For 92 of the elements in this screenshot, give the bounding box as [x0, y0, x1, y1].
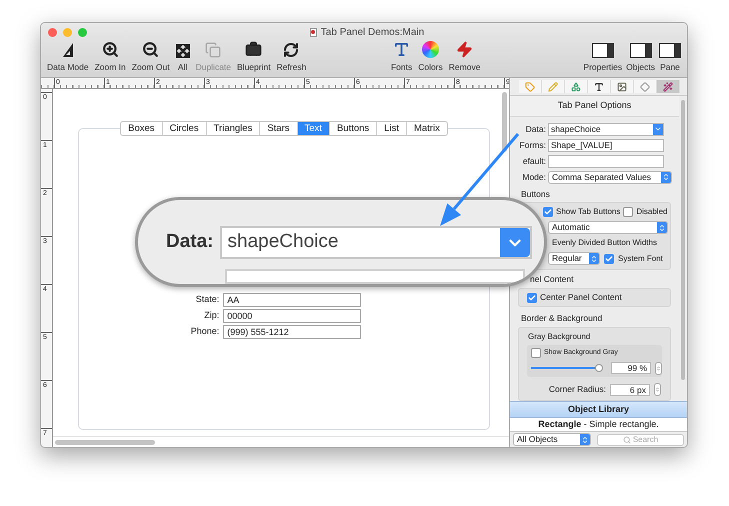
inspector-tab[interactable]	[588, 80, 611, 93]
wand-icon	[663, 82, 673, 92]
section-title: Gray Background	[527, 331, 592, 343]
checkbox-label: System Font	[618, 252, 663, 265]
up-down-chevron-icon	[590, 254, 598, 263]
up-down-chevron-icon	[662, 173, 670, 181]
checkbox[interactable]	[543, 207, 553, 218]
field-label: efault:	[522, 154, 546, 168]
toolbar-button[interactable]: Refresh	[274, 42, 310, 74]
zoom-in-icon	[102, 41, 119, 58]
checkbox-label: Center Panel Content	[540, 291, 622, 304]
color-wheel-icon	[422, 41, 439, 58]
field-label: Forms:	[518, 138, 546, 152]
close-button[interactable]	[48, 28, 57, 37]
tag-icon	[525, 82, 535, 92]
filter-select[interactable]: All Objects	[513, 433, 591, 446]
toolbar-button[interactable]: Objects	[624, 43, 657, 74]
field-label: Data:	[524, 122, 546, 136]
horizontal-scrollbar[interactable]	[55, 440, 155, 444]
field-label: Zip:	[203, 309, 220, 322]
magnified-label: Data:	[166, 230, 214, 254]
shapes-icon	[571, 82, 581, 92]
checkbox[interactable]	[527, 292, 537, 303]
stepper-icon[interactable]	[654, 383, 661, 396]
section-title: Border & Background	[520, 312, 604, 325]
briefcase-icon	[245, 41, 262, 58]
toolbar-button[interactable]: Fonts	[388, 41, 416, 74]
zoom-button[interactable]	[78, 28, 87, 37]
panel-tab[interactable]: List	[376, 122, 406, 135]
panel-tab[interactable]: Buttons	[328, 122, 376, 135]
toolbar-button[interactable]: Properties	[581, 43, 624, 74]
toolbar-button[interactable]: Zoom Out	[128, 41, 173, 74]
text-icon	[594, 82, 604, 92]
text-field[interactable]: Shape_[VALUE]	[548, 138, 664, 152]
up-down-chevron-icon	[658, 224, 666, 232]
inspector-title: Tab Panel Options	[510, 96, 679, 116]
checkbox[interactable]	[531, 348, 541, 358]
panel-icon	[630, 43, 652, 58]
font-icon	[393, 41, 410, 58]
number-field[interactable]: 99 %	[611, 362, 651, 374]
document-icon	[310, 28, 317, 37]
image-icon	[617, 82, 627, 92]
panel-icon	[659, 43, 681, 58]
library-header: Object Library	[510, 401, 687, 418]
data-dropdown[interactable]: shapeChoice	[548, 122, 664, 136]
checkbox[interactable]	[623, 207, 634, 218]
diamond-icon	[640, 82, 650, 92]
number-field[interactable]: 6 px	[610, 384, 650, 396]
field-label: Phone:	[190, 325, 220, 338]
text-field[interactable]: (999) 555-1212	[223, 325, 362, 339]
checkbox-label: Show Tab Buttons	[556, 206, 620, 218]
checkbox[interactable]	[604, 254, 614, 264]
toolbar-button[interactable]: Pane	[657, 43, 683, 74]
text-field[interactable]	[548, 154, 664, 168]
up-down-chevron-icon	[581, 436, 589, 444]
toolbar-button[interactable]: All	[172, 44, 193, 74]
triangle-icon	[60, 42, 75, 58]
toolbar-button[interactable]: Remove	[446, 41, 484, 74]
style-select[interactable]: Regular	[548, 252, 600, 266]
toolbar-button[interactable]: Data Mode	[44, 42, 92, 74]
text-field[interactable]: AA	[223, 293, 362, 307]
panel-tab[interactable]: Matrix	[406, 122, 447, 135]
panel-icon	[592, 43, 614, 58]
window-title: Tab Panel Demos:Main	[320, 26, 424, 40]
panel-tab[interactable]: Boxes	[121, 122, 162, 135]
checkbox-label: Evenly Divided Button Widths	[552, 237, 657, 250]
vertical-scrollbar[interactable]	[681, 100, 685, 380]
chevron-icon	[654, 125, 662, 133]
text-field[interactable]: 00000	[223, 309, 362, 323]
pencil-icon	[548, 82, 558, 92]
checkbox-label: Disabled	[636, 206, 668, 218]
library-item[interactable]: Rectangle - Simple rectangle.	[510, 418, 687, 431]
lightning-icon	[456, 41, 474, 58]
mode-select[interactable]: Comma Separated Values	[548, 170, 672, 184]
panel-tab[interactable]: Text	[296, 122, 329, 135]
toolbar-button[interactable]: Colors	[415, 41, 446, 74]
panel-tab[interactable]: Circles	[162, 122, 206, 135]
toolbar-button[interactable]: Zoom In	[92, 41, 129, 74]
zoom-out-icon	[142, 41, 160, 58]
stepper-icon[interactable]	[655, 362, 662, 374]
search-icon	[622, 436, 631, 444]
sizing-select[interactable]: Automatic	[548, 221, 668, 234]
panel-tab[interactable]: Triangles	[206, 122, 260, 135]
section-title: Buttons	[520, 188, 551, 200]
field-label: Mode:	[521, 170, 546, 184]
duplicate-icon	[205, 42, 222, 58]
refresh-icon	[283, 42, 300, 58]
field-label: State:	[194, 293, 220, 306]
toolbar-button[interactable]: Blueprint	[234, 41, 274, 74]
field-label: Corner Radius:	[548, 383, 606, 396]
vertical-scrollbar[interactable]	[502, 92, 506, 152]
section-title: nel Content	[530, 273, 574, 286]
